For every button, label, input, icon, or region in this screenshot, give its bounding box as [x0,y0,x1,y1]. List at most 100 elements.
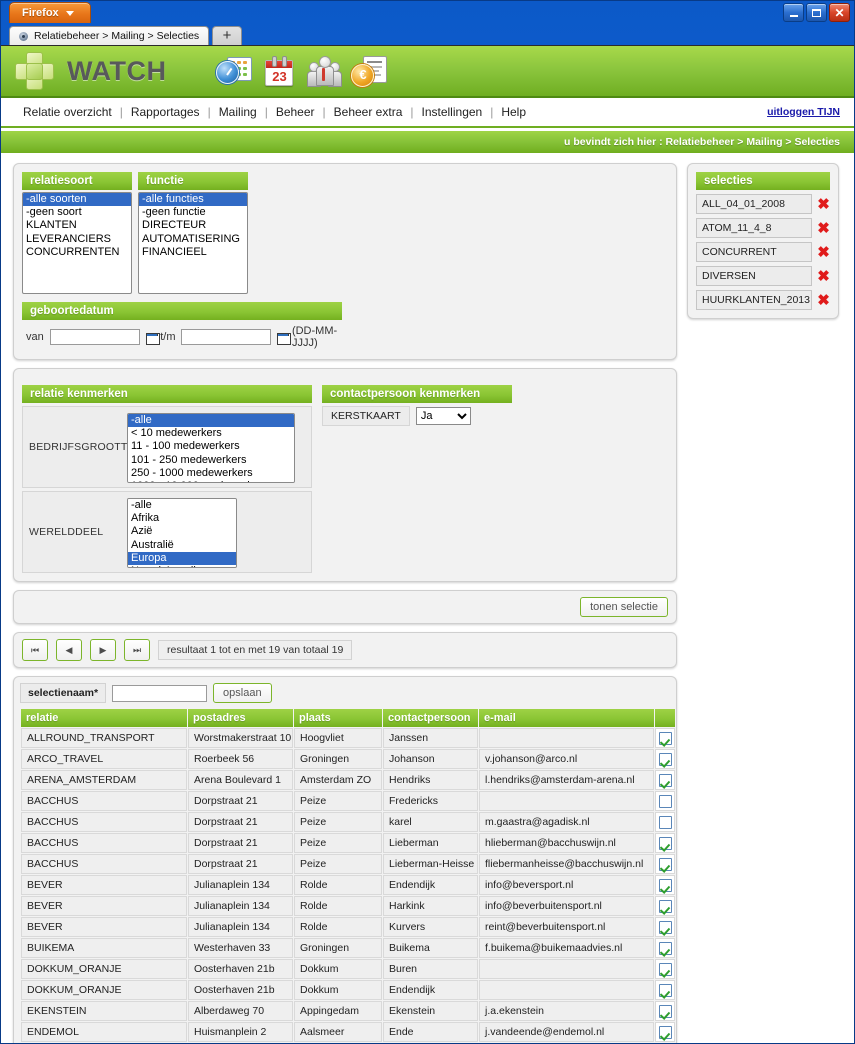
cell-select[interactable] [655,833,675,853]
geboortedatum-tm-input[interactable] [181,329,272,345]
next-page-icon[interactable]: ▶ [90,639,116,661]
bedrijfsgrootte-listbox[interactable]: -alle < 10 medewerkers 11 - 100 medewerk… [127,413,295,483]
checkbox-checked-icon[interactable] [658,731,672,745]
cell-select[interactable] [655,770,675,790]
table-row[interactable]: BEVER Julianaplein 134 Rolde Endendijk info@… [21,875,675,895]
calendar-picker-icon[interactable] [145,331,161,345]
checkbox-unchecked-icon[interactable] [658,815,672,829]
checkbox-checked-icon[interactable] [658,899,672,913]
column-header-relatie[interactable]: relatie [21,709,187,727]
delete-x-icon[interactable]: ✖ [817,293,830,308]
cell-select[interactable] [655,959,675,979]
checkbox-checked-icon[interactable] [658,752,672,766]
list-item[interactable]: ATOM_11_4_8 ✖ [696,218,830,238]
cell-select[interactable] [655,1022,675,1042]
tonen-selectie-button[interactable]: tonen selectie [580,597,668,617]
kerstkaart-select[interactable]: Ja Nee [415,407,471,425]
table-row[interactable]: EKENSTEIN Alberdaweg 70 Appingedam Ekenstei… [21,1001,675,1021]
last-page-icon[interactable]: ⏭ [124,639,150,661]
euro-invoice-icon[interactable]: € [351,54,388,88]
delete-x-icon[interactable]: ✖ [817,197,830,212]
table-row[interactable]: ENDEMOL Huismanplein 2 Aalsmeer Ende j.vande… [21,1022,675,1042]
table-row[interactable]: BACCHUS Dorpstraat 21 Peize karel m.gaastra@… [21,812,675,832]
cell-select[interactable] [655,1001,675,1021]
checkbox-checked-icon[interactable] [658,962,672,976]
column-header-contactpersoon[interactable]: contactpersoon [383,709,478,727]
cell-select[interactable] [655,980,675,1000]
column-header-email[interactable]: e-mail [479,709,654,727]
maximize-button[interactable] [806,3,827,22]
checkbox-checked-icon[interactable] [658,878,672,892]
table-row[interactable]: DOKKUM_ORANJE Oosterhaven 21b Dokkum Buren [21,959,675,979]
browser-tab[interactable]: Relatiebeheer > Mailing > Selecties [9,26,209,45]
calendar-icon[interactable]: 23 [261,54,297,88]
cell-select[interactable] [655,875,675,895]
checkbox-checked-icon[interactable] [658,1004,672,1018]
list-item[interactable]: CONCURRENT ✖ [696,242,830,262]
checkbox-checked-icon[interactable] [658,941,672,955]
checkbox-checked-icon[interactable] [658,920,672,934]
cell-select[interactable] [655,896,675,916]
nav-item-help[interactable]: Help [493,105,534,119]
checkbox-unchecked-icon[interactable] [658,794,672,808]
nav-item-relatie-overzicht[interactable]: Relatie overzicht [15,105,120,119]
nav-item-beheer[interactable]: Beheer [268,105,323,119]
list-item[interactable]: HUURKLANTEN_2013 ✖ [696,290,830,310]
relatiesoort-listbox[interactable]: -alle soorten -geen soort KLANTEN LEVERA… [22,192,132,294]
nav-item-mailing[interactable]: Mailing [211,105,265,119]
table-row[interactable]: BEVER Julianaplein 134 Rolde Kurvers reint@b… [21,917,675,937]
close-button[interactable]: ✕ [829,3,850,22]
werelddeel-listbox[interactable]: -alle Afrika Azië Australië Europa Noord… [127,498,237,568]
list-item[interactable]: ALL_04_01_2008 ✖ [696,194,830,214]
table-row[interactable]: DOKKUM_ORANJE Oosterhaven 21b Dokkum Endend… [21,980,675,1000]
cell-select[interactable] [655,812,675,832]
table-row[interactable]: ALLROUND_TRANSPORT Worstmakerstraat 10 Hoo… [21,728,675,748]
table-row[interactable]: ARCO_TRAVEL Roerbeek 56 Groningen Johanson v… [21,749,675,769]
delete-x-icon[interactable]: ✖ [817,245,830,260]
nav-item-instellingen[interactable]: Instellingen [414,105,491,119]
selectienaam-input[interactable] [112,684,208,702]
column-header-plaats[interactable]: plaats [294,709,382,727]
checkbox-checked-icon[interactable] [658,983,672,997]
table-row[interactable]: BACCHUS Dorpstraat 21 Peize Fredericks [21,791,675,811]
column-header-postadres[interactable]: postadres [188,709,293,727]
delete-x-icon[interactable]: ✖ [817,269,830,284]
cell-select[interactable] [655,917,675,937]
table-row[interactable]: BACCHUS Dorpstraat 21 Peize Lieberman hliebe… [21,833,675,853]
selectie-name[interactable]: DIVERSEN [696,266,812,286]
checkbox-checked-icon[interactable] [658,836,672,850]
nav-item-beheer-extra[interactable]: Beheer extra [326,105,411,119]
geboortedatum-van-input[interactable] [49,329,140,345]
previous-page-icon[interactable]: ◀ [56,639,82,661]
logout-link[interactable]: uitloggen TIJN [767,106,840,118]
cell-select[interactable] [655,728,675,748]
first-page-icon[interactable]: ⏮ [22,639,48,661]
selectie-name[interactable]: ATOM_11_4_8 [696,218,812,238]
delete-x-icon[interactable]: ✖ [817,221,830,236]
functie-listbox[interactable]: -alle functies -geen functie DIRECTEUR A… [138,192,248,294]
table-row[interactable]: ARENA_AMSTERDAM Arena Boulevard 1 Amsterda… [21,770,675,790]
opslaan-button[interactable]: opslaan [213,683,272,703]
selectie-name[interactable]: ALL_04_01_2008 [696,194,812,214]
selectie-name[interactable]: CONCURRENT [696,242,812,262]
table-row[interactable]: BEVER Julianaplein 134 Rolde Harkink info@be… [21,896,675,916]
selectie-name[interactable]: HUURKLANTEN_2013 [696,290,812,310]
calendar-picker-icon[interactable] [277,331,293,345]
nav-item-rapportages[interactable]: Rapportages [123,105,208,119]
column-header-select[interactable] [655,709,675,727]
checkbox-checked-icon[interactable] [658,773,672,787]
cell-select[interactable] [655,938,675,958]
minimize-button[interactable] [783,3,804,22]
table-row[interactable]: BUIKEMA Westerhaven 33 Groningen Buikema f.b… [21,938,675,958]
cell-select[interactable] [655,749,675,769]
new-tab-button[interactable]: + [212,26,242,45]
checkbox-checked-icon[interactable] [658,857,672,871]
clock-chart-icon[interactable] [216,54,253,88]
cell-select[interactable] [655,854,675,874]
table-row[interactable]: BACCHUS Dorpstraat 21 Peize Lieberman-Heiss… [21,854,675,874]
list-item[interactable]: DIVERSEN ✖ [696,266,830,286]
cell-select[interactable] [655,791,675,811]
people-icon[interactable] [306,54,343,88]
firefox-menu-button[interactable]: Firefox [9,2,91,23]
checkbox-checked-icon[interactable] [658,1025,672,1039]
